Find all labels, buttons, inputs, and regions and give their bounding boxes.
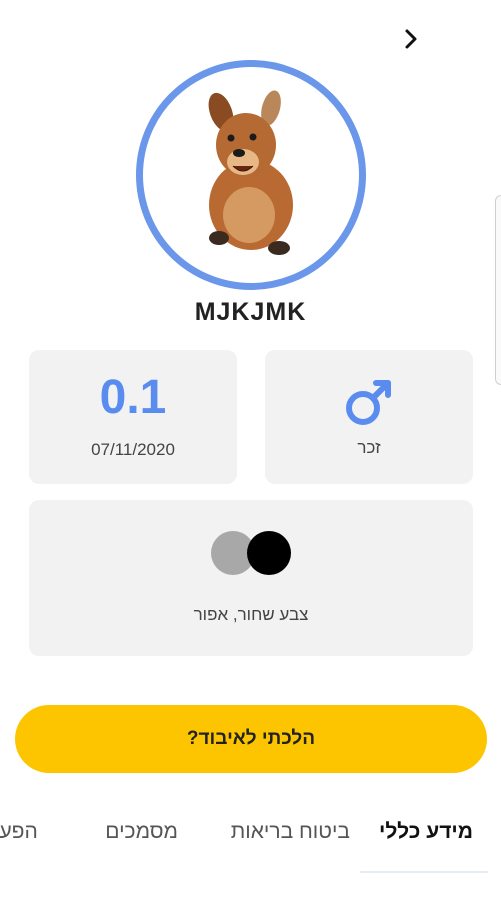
color-swatch-black bbox=[247, 531, 291, 575]
gender-card: זכר bbox=[265, 350, 473, 484]
tab-activity[interactable]: הפעי bbox=[0, 820, 38, 844]
tab-general-info[interactable]: מידע כללי bbox=[379, 820, 473, 844]
tab-bar: מידע כללי ביטוח בריאות מסמכים הפעי bbox=[0, 820, 501, 880]
color-card: צבע שחור, אפור bbox=[29, 500, 473, 656]
chevron-right-icon bbox=[405, 29, 417, 49]
back-button[interactable] bbox=[398, 26, 424, 52]
scroll-handle[interactable] bbox=[495, 195, 501, 385]
active-tab-indicator bbox=[360, 871, 488, 873]
weight-card: 0.1 07/11/2020 bbox=[29, 350, 237, 484]
dog-photo bbox=[208, 90, 293, 255]
male-symbol-icon bbox=[346, 380, 391, 425]
pet-avatar[interactable] bbox=[136, 60, 366, 290]
color-swatches bbox=[211, 531, 291, 577]
tab-health-insurance[interactable]: ביטוח בריאות bbox=[231, 820, 350, 844]
weight-value: 0.1 bbox=[99, 371, 167, 424]
color-label: צבע שחור, אפור bbox=[193, 605, 309, 624]
tab-documents[interactable]: מסמכים bbox=[105, 820, 178, 844]
lost-pet-button[interactable]: הלכתי לאיבוד? bbox=[15, 705, 487, 773]
pet-name: MJKJMK bbox=[194, 298, 307, 326]
date-text: 07/11/2020 bbox=[91, 440, 175, 459]
gender-label: זכר bbox=[357, 438, 381, 457]
